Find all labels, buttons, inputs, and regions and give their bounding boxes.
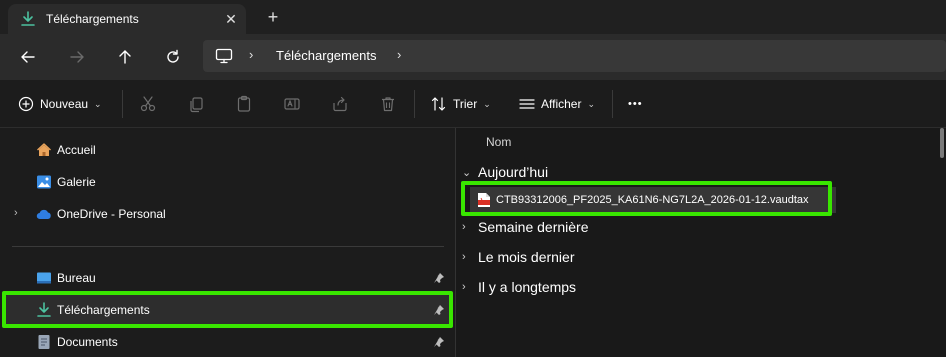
home-icon (37, 143, 51, 156)
sidebar-item-label: Documents (57, 335, 118, 349)
sidebar-item-label: OneDrive - Personal (57, 207, 166, 221)
group-last-month[interactable]: › Le mois dernier (462, 245, 575, 269)
sort-label: Trier (453, 97, 478, 111)
download-icon (21, 11, 35, 26)
sidebar-item-onedrive[interactable]: › OneDrive - Personal (4, 199, 451, 229)
tab-telechargements[interactable]: Téléchargements ✕ (8, 4, 246, 34)
chevron-right-icon: › (462, 281, 466, 293)
view-label: Afficher (541, 97, 582, 111)
address-bar[interactable]: › Téléchargements › (203, 40, 946, 72)
close-icon[interactable]: ✕ (220, 8, 242, 30)
selection-highlight (2, 291, 453, 328)
monitor-icon (215, 48, 233, 64)
chevron-right-icon: › (462, 251, 466, 263)
sort-icon (431, 97, 446, 111)
rename-button[interactable] (283, 92, 301, 116)
tab-bar: Téléchargements ✕ + (0, 0, 946, 34)
back-button[interactable] (14, 43, 42, 71)
gallery-icon (37, 175, 51, 189)
copy-button[interactable] (187, 92, 205, 116)
divider (12, 246, 444, 247)
divider (414, 90, 415, 118)
arrow-left-icon (21, 51, 35, 63)
pin-icon[interactable] (433, 272, 445, 284)
paste-button[interactable] (235, 92, 253, 116)
group-label: Le mois dernier (478, 249, 575, 265)
arrow-right-icon (70, 51, 84, 63)
view-button[interactable]: Afficher ⌄ (519, 92, 595, 116)
group-long-ago[interactable]: › Il y a longtemps (462, 275, 576, 299)
refresh-icon (167, 49, 179, 63)
cloud-icon (36, 209, 51, 220)
file-explorer-window: Téléchargements ✕ + › Téléchargements › … (0, 0, 946, 357)
view-list-icon (519, 99, 535, 109)
chevron-down-icon: ⌄ (94, 98, 102, 109)
delete-button[interactable] (379, 92, 397, 116)
new-label: Nouveau (40, 97, 89, 111)
navigation-bar: › Téléchargements › (0, 34, 946, 80)
arrow-up-icon (119, 50, 131, 64)
chevron-right-icon: › (462, 221, 466, 233)
sidebar-item-label: Bureau (57, 271, 96, 285)
vertical-scrollbar[interactable] (940, 128, 944, 158)
new-button[interactable]: Nouveau ⌄ (18, 92, 102, 116)
group-label: Semaine dernière (478, 219, 589, 235)
copy-icon (190, 97, 203, 113)
up-button[interactable] (111, 43, 139, 71)
share-button[interactable] (331, 92, 349, 116)
chevron-down-icon: ⌄ (587, 98, 596, 109)
group-last-week[interactable]: › Semaine dernière (462, 215, 589, 239)
chevron-down-icon: ⌄ (483, 98, 491, 109)
breadcrumb-telechargements[interactable]: Téléchargements (276, 48, 376, 63)
refresh-button[interactable] (159, 43, 187, 71)
command-bar: Nouveau ⌄ Trier ⌄ Afficher ⌄ ••• (0, 80, 946, 128)
group-label: Il y a longtemps (478, 279, 577, 295)
plus-circle-icon (18, 96, 34, 112)
divider (612, 90, 613, 118)
desktop-icon (37, 272, 51, 284)
group-label: Aujourd’hui (478, 164, 549, 180)
sidebar-item-galerie[interactable]: Galerie (4, 167, 451, 197)
sidebar-item-accueil[interactable]: Accueil (4, 135, 451, 165)
sidebar-item-documents[interactable]: Documents (4, 327, 451, 357)
file-highlight (461, 181, 832, 216)
sidebar-item-label: Accueil (57, 143, 96, 157)
documents-icon (38, 335, 50, 349)
divider (122, 90, 123, 118)
more-options-button[interactable]: ••• (628, 92, 643, 116)
chevron-right-icon[interactable]: › (14, 207, 18, 219)
tab-title: Téléchargements (46, 12, 139, 26)
sort-button[interactable]: Trier ⌄ (431, 92, 491, 116)
pin-icon[interactable] (433, 336, 445, 348)
new-tab-button[interactable]: + (262, 6, 284, 28)
breadcrumb-separator[interactable]: › (249, 47, 253, 62)
chevron-down-icon: ⌄ (462, 166, 472, 179)
sidebar-item-label: Galerie (57, 175, 96, 189)
trash-icon (382, 97, 394, 112)
sidebar-item-bureau[interactable]: Bureau (4, 263, 451, 293)
column-header-name[interactable]: Nom (486, 135, 511, 149)
file-list: Nom ⌄ Aujourd’hui CTB93312006_PF2025_KA6… (456, 128, 946, 357)
cut-button[interactable] (139, 92, 157, 116)
share-icon (333, 96, 347, 112)
rename-icon (284, 98, 300, 110)
forward-button[interactable] (63, 43, 91, 71)
scissors-icon (140, 96, 156, 112)
breadcrumb-separator[interactable]: › (397, 47, 401, 62)
clipboard-icon (237, 95, 251, 112)
